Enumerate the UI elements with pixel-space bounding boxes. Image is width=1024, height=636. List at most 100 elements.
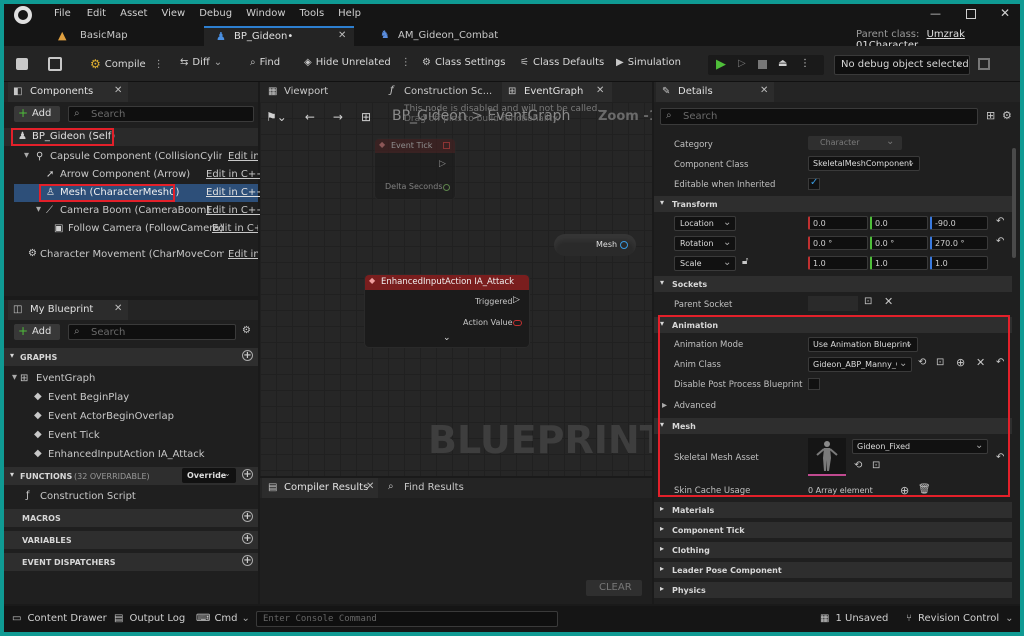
leader-pose-section-header[interactable]: ▸ Leader Pose Component [654, 562, 1012, 578]
close-tab-icon[interactable]: ✕ [114, 85, 122, 96]
input-action-node[interactable]: ◆ EnhancedInputAction IA_Attack Triggere… [364, 274, 530, 348]
graphs-section-header[interactable]: ▾ GRAPHS + [4, 348, 258, 366]
rotation-dropdown[interactable]: Rotation ⌄ [674, 236, 736, 251]
tab-basicmap[interactable]: ▲ BasicMap [54, 26, 202, 46]
tab-viewport[interactable]: ▦ Viewport [262, 82, 380, 102]
close-tab-icon[interactable]: ✕ [366, 481, 374, 492]
simulation-button[interactable]: ▶ Simulation [616, 57, 681, 68]
compile-options-icon[interactable]: ⋮ [154, 59, 164, 70]
float-pin-icon[interactable] [443, 184, 450, 191]
table-view-icon[interactable]: ⊞ [986, 109, 995, 122]
play-icon[interactable]: ▶ [716, 57, 726, 72]
step-icon[interactable]: ▷ [738, 58, 746, 69]
tab-construction-script[interactable]: ƒ Construction Sc... [382, 82, 500, 102]
tab-eventgraph[interactable]: ⊞ EventGraph ✕ [502, 82, 612, 102]
clear-button[interactable]: CLEAR [586, 580, 642, 596]
tab-am-gideon-combat[interactable]: ♞ AM_Gideon_Combat [374, 26, 524, 46]
diff-button[interactable]: ⇆ Diff ⌄ [180, 57, 222, 68]
add-component-button[interactable]: + Add [14, 106, 60, 122]
mesh-variable-node[interactable]: Mesh [554, 234, 636, 256]
exec-pin-icon[interactable]: ▷ [513, 295, 520, 305]
clear-x-icon[interactable]: ✕ [884, 295, 893, 308]
tab-compiler-results[interactable]: ▤ Compiler Results ✕ [262, 478, 378, 498]
struct-pin-icon[interactable] [513, 320, 522, 326]
event-row[interactable]: ◆ Event Tick [4, 427, 258, 445]
plus-circle-icon[interactable]: + [242, 511, 253, 522]
transform-section-header[interactable]: ▾ Transform [654, 196, 1012, 212]
my-blueprint-search-input[interactable]: ⌕ Search [68, 324, 236, 340]
find-button[interactable]: ⌕ Find [250, 57, 280, 68]
exec-pin-icon[interactable]: ▷ [439, 159, 446, 169]
component-row-character-movement[interactable]: ⚙ Character Movement (CharMoveComp) Edit… [4, 246, 258, 264]
browse-icon[interactable]: ⊡ [864, 296, 872, 307]
details-search-input[interactable]: ⌕ Search [660, 108, 978, 125]
materials-section-header[interactable]: ▸ Materials [654, 502, 1012, 518]
sockets-section-header[interactable]: ▾ Sockets [654, 276, 1012, 292]
rotation-z-field[interactable]: 270.0 ° [930, 236, 988, 250]
edit-in-cpp-link[interactable]: Edit in [228, 151, 258, 162]
tab-my-blueprint[interactable]: ◫ My Blueprint ✕ [8, 300, 128, 320]
menu-file[interactable]: File [54, 8, 71, 19]
location-z-field[interactable]: -90.0 [930, 216, 988, 230]
scale-dropdown[interactable]: Scale ⌄ [674, 256, 736, 271]
debug-filter-icon[interactable] [978, 58, 990, 70]
reset-arrow-icon[interactable]: ↶ [996, 236, 1004, 247]
close-tab-icon[interactable]: ✕ [760, 85, 768, 96]
clothing-section-header[interactable]: ▸ Clothing [654, 542, 1012, 558]
close-tab-icon[interactable]: ✕ [596, 85, 604, 96]
minimize-button[interactable]: — [930, 7, 941, 20]
bookmark-icon[interactable]: ⚑⌄ [266, 110, 287, 124]
variables-section-header[interactable]: VARIABLES + [4, 531, 258, 549]
eject-icon[interactable]: ⏏ [778, 58, 787, 69]
browse-icon[interactable] [48, 57, 62, 71]
reset-arrow-icon[interactable]: ↶ [996, 216, 1004, 227]
close-window-button[interactable]: ✕ [1000, 6, 1010, 20]
location-x-field[interactable]: 0.0 [808, 216, 868, 230]
close-tab-icon[interactable]: ✕ [338, 30, 346, 41]
edit-in-cpp-link[interactable]: Edit in C++ [206, 187, 265, 198]
edit-in-cpp-link[interactable]: Edit in [228, 249, 258, 260]
edit-in-cpp-link[interactable]: Edit in C++ [206, 205, 265, 216]
gear-icon[interactable]: ⚙ [242, 325, 251, 336]
class-settings-button[interactable]: ⚙ Class Settings [422, 57, 505, 68]
add-member-button[interactable]: + Add [14, 324, 60, 340]
macros-section-header[interactable]: MACROS + [4, 509, 258, 527]
plus-circle-icon[interactable]: + [242, 350, 253, 361]
menu-debug[interactable]: Debug [199, 8, 232, 19]
class-defaults-button[interactable]: ⚟ Class Defaults [520, 57, 604, 68]
menu-edit[interactable]: Edit [87, 8, 106, 19]
edit-in-cpp-link[interactable]: Edit in C++ [206, 169, 265, 180]
editable-checkbox[interactable]: ✓ [808, 177, 820, 190]
cmd-dropdown[interactable]: ⌨ Cmd ⌄ [196, 613, 250, 624]
debug-object-dropdown[interactable]: No debug object selected ⌄ [834, 55, 970, 75]
event-row[interactable]: ◆ EnhancedInputAction IA_Attack [4, 446, 258, 464]
location-y-field[interactable]: 0.0 [870, 216, 928, 230]
event-row[interactable]: ◆ Event ActorBeginOverlap [4, 408, 258, 426]
event-tick-node[interactable]: ◆ Event Tick ▷ Delta Seconds [374, 138, 456, 200]
category-dropdown[interactable]: Character ⌄ [808, 136, 902, 150]
save-icon[interactable] [16, 58, 28, 70]
menu-help[interactable]: Help [338, 8, 361, 19]
component-tick-section-header[interactable]: ▸ Component Tick [654, 522, 1012, 538]
plus-circle-icon[interactable]: + [242, 533, 253, 544]
chevron-down-icon[interactable]: ⌄ [443, 333, 451, 343]
plus-circle-icon[interactable]: + [242, 469, 253, 480]
more-options-icon[interactable]: ⋮ [800, 58, 810, 69]
parent-socket-field[interactable] [808, 296, 858, 311]
details-scrollbar[interactable] [1012, 148, 1016, 258]
components-search-input[interactable]: ⌕ Search [68, 106, 254, 122]
graph-row-eventgraph[interactable]: ▾ ⊞ EventGraph [4, 370, 258, 388]
menu-asset[interactable]: Asset [120, 8, 147, 19]
tab-details[interactable]: ✎ Details ✕ [656, 82, 774, 102]
revision-control-button[interactable]: ⑂ Revision Control ⌄ [906, 613, 1014, 624]
tab-components[interactable]: ◧ Components ✕ [8, 82, 128, 102]
gear-icon[interactable]: ⚙ [1002, 109, 1012, 122]
content-drawer-button[interactable]: ▭ Content Drawer [12, 613, 107, 624]
tab-find-results[interactable]: ⌕ Find Results [382, 478, 492, 498]
menu-tools[interactable]: Tools [300, 8, 325, 19]
grid-view-icon[interactable]: ⊞ [361, 110, 371, 124]
more-options-icon[interactable]: ⋮ [401, 57, 411, 68]
edit-in-cpp-link[interactable]: Edit in C++ [212, 223, 258, 234]
plus-circle-icon[interactable]: + [242, 555, 253, 566]
rotation-x-field[interactable]: 0.0 ° [808, 236, 868, 250]
